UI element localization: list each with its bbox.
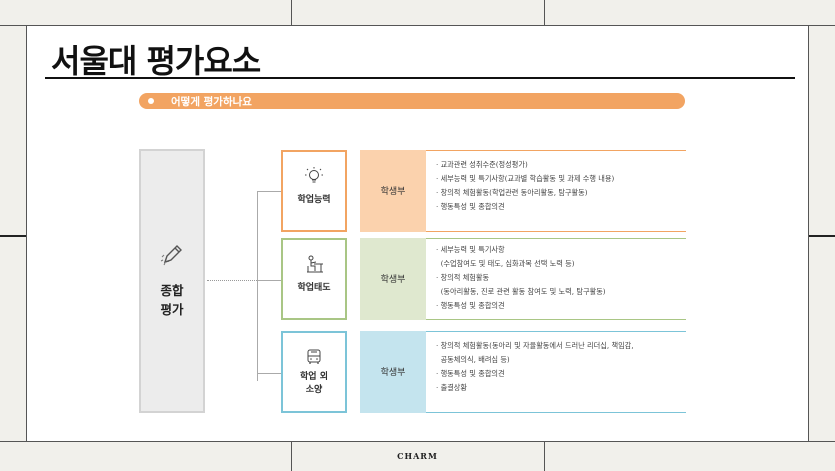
source-label: 학생부 bbox=[380, 187, 406, 197]
detail-item: · 창의적 체험활동 bbox=[436, 273, 490, 282]
pencil-icon bbox=[160, 245, 182, 266]
detail-item: 공동체의식, 배려심 등) bbox=[436, 355, 510, 364]
overall-label-line2: 평가 bbox=[160, 302, 184, 317]
detail-item: · 창의적 체험활동(동아리 및 자율활동에서 드러난 리더십, 책임감, bbox=[436, 341, 634, 350]
source-box: 학생부 bbox=[360, 150, 426, 232]
detail-item: · 행동특성 및 종합의견 bbox=[436, 301, 505, 310]
margin-tick bbox=[0, 235, 26, 237]
source-label: 학생부 bbox=[380, 275, 406, 285]
details-box: · 창의적 체험활동(동아리 및 자율활동에서 드러난 리더십, 책임감, 공동… bbox=[426, 331, 686, 413]
title-rule bbox=[45, 77, 795, 79]
detail-item: · 행동특성 및 종합의견 bbox=[436, 202, 505, 211]
category-label: 학업태도 bbox=[297, 283, 331, 293]
detail-list: · 교과관련 성취수준(정성평가) · 세부능력 및 특기사항(교과별 학습활동… bbox=[426, 151, 686, 214]
section-header: 어떻게 평가하나요 bbox=[139, 93, 685, 109]
detail-item: · 세부능력 및 특기사항 bbox=[436, 245, 505, 254]
category-label-line2: 소양 bbox=[305, 385, 323, 395]
detail-list: · 세부능력 및 특기사항 (수업참여도 및 태도, 심화과목 선택 노력 등)… bbox=[426, 239, 686, 313]
connector-horizontal bbox=[257, 373, 281, 374]
connector-dotted bbox=[207, 280, 257, 281]
page-title: 서울대 평가요소 bbox=[51, 42, 261, 80]
category-label-line1: 학업 외 bbox=[300, 372, 328, 382]
overall-evaluation-box: 종합 평가 bbox=[139, 149, 205, 413]
lightbulb-icon bbox=[305, 167, 323, 183]
student-desk-icon bbox=[307, 255, 323, 273]
connector-horizontal bbox=[257, 191, 281, 192]
frame-divider bbox=[544, 0, 545, 26]
details-box: · 교과관련 성취수준(정성평가) · 세부능력 및 특기사항(교과별 학습활동… bbox=[426, 150, 686, 232]
source-box: 학생부 bbox=[360, 331, 426, 413]
category-academic-ability: 학업능력 bbox=[281, 150, 347, 232]
slide: 서울대 평가요소 어떻게 평가하나요 종합 평가 학업능력 학생부 · 교과관련 bbox=[26, 26, 809, 441]
top-frame bbox=[0, 0, 835, 26]
overall-label-line1: 종합 bbox=[160, 283, 184, 298]
detail-item: · 세부능력 및 특기사항(교과별 학습활동 및 과제 수행 내용) bbox=[436, 174, 615, 183]
margin-tick bbox=[809, 235, 835, 237]
detail-list: · 창의적 체험활동(동아리 및 자율활동에서 드러난 리더십, 책임감, 공동… bbox=[426, 332, 686, 395]
footer-brand: CHARM bbox=[397, 451, 438, 461]
connector-vertical bbox=[257, 191, 258, 381]
detail-item: · 교과관련 성취수준(정성평가) bbox=[436, 160, 528, 169]
frame-divider bbox=[291, 0, 292, 26]
detail-item: · 출결상황 bbox=[436, 383, 468, 392]
section-label: 어떻게 평가하나요 bbox=[171, 96, 252, 108]
category-academic-attitude: 학업태도 bbox=[281, 238, 347, 320]
right-margin bbox=[809, 26, 835, 441]
bullet-dot bbox=[148, 98, 154, 104]
detail-item: · 행동특성 및 종합의견 bbox=[436, 369, 505, 378]
left-margin bbox=[0, 26, 26, 441]
detail-item: (수업참여도 및 태도, 심화과목 선택 노력 등) bbox=[436, 259, 575, 268]
source-label: 학생부 bbox=[380, 368, 406, 378]
bus-icon bbox=[307, 349, 321, 364]
detail-item: · 창의적 체험활동(학업관련 동아리활동, 탐구활동) bbox=[436, 188, 588, 197]
source-box: 학생부 bbox=[360, 238, 426, 320]
connector-horizontal bbox=[257, 280, 281, 281]
detail-item: (동아리활동, 진로 관련 활동 참여도 및 노력, 탐구활동) bbox=[436, 287, 606, 296]
category-label: 학업능력 bbox=[297, 195, 331, 205]
category-non-academic: 학업 외 소양 bbox=[281, 331, 347, 413]
details-box: · 세부능력 및 특기사항 (수업참여도 및 태도, 심화과목 선택 노력 등)… bbox=[426, 238, 686, 320]
